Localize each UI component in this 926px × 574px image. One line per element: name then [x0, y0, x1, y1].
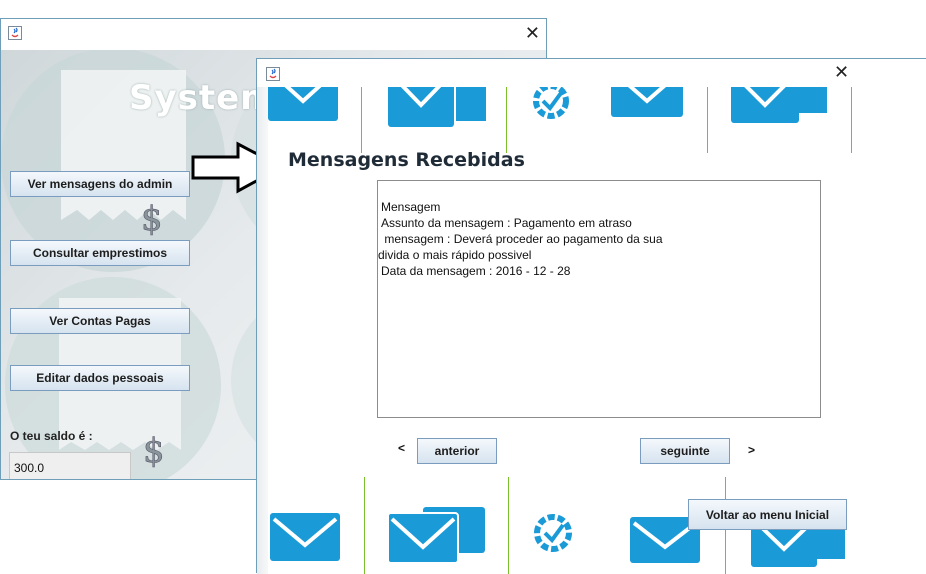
- svg-text:$: $: [143, 431, 165, 470]
- message-subject-line: Assunto da mensagem : Pagamento em atras…: [381, 216, 632, 230]
- edit-personal-data-button[interactable]: Editar dados pessoais: [10, 365, 190, 391]
- check-loans-button[interactable]: Consultar emprestimos: [10, 240, 190, 266]
- view-admin-messages-button[interactable]: Ver mensagens do admin: [10, 171, 190, 197]
- main-window-titlebar: ✕: [1, 19, 546, 50]
- back-to-main-menu-button[interactable]: Voltar ao menu Inicial: [688, 499, 847, 530]
- top-icon-strip: [268, 87, 852, 153]
- balance-label: O teu saldo é :: [10, 429, 93, 443]
- view-paid-bills-button[interactable]: Ver Contas Pagas: [10, 308, 190, 334]
- message-title-line: Mensagem: [381, 200, 441, 214]
- message-text-area[interactable]: Mensagem Assunto da mensagem : Pagamento…: [377, 180, 821, 418]
- messages-window-titlebar: ✕: [257, 59, 926, 87]
- dollar-icon: $: [143, 431, 165, 470]
- multi-envelope-icon: [387, 507, 485, 564]
- java-app-icon: [8, 26, 22, 40]
- app-title: System: [129, 78, 277, 118]
- messages-window: ✕ Mensagens Recebidas Mensagem Assunto d…: [256, 58, 926, 574]
- next-button[interactable]: seguinte: [640, 438, 730, 464]
- multi-envelope-icon: [388, 87, 486, 127]
- envelope-icon: [270, 513, 340, 561]
- svg-text:$: $: [141, 199, 163, 238]
- envelope-icon: [268, 87, 338, 121]
- message-body-line: mensagem : Deverá proceder ao pagamento …: [381, 232, 663, 246]
- message-body-line: divida o mais rápido possivel: [378, 248, 532, 262]
- previous-symbol: <: [398, 441, 406, 455]
- close-icon[interactable]: ✕: [834, 64, 849, 82]
- message-date-line: Data da mensagem : 2016 - 12 - 28: [381, 264, 571, 278]
- balance-field[interactable]: 300.0: [9, 452, 131, 479]
- sync-check-icon: [534, 514, 572, 552]
- multi-envelope-icon: [731, 87, 827, 123]
- close-icon[interactable]: ✕: [525, 25, 540, 43]
- previous-button[interactable]: anterior: [417, 438, 497, 464]
- next-symbol: >: [748, 443, 756, 457]
- envelope-icon: [611, 87, 683, 117]
- messages-heading: Mensagens Recebidas: [288, 149, 525, 171]
- sync-check-icon: [533, 87, 569, 119]
- java-app-icon: [266, 67, 280, 81]
- dollar-icon: $: [141, 199, 163, 238]
